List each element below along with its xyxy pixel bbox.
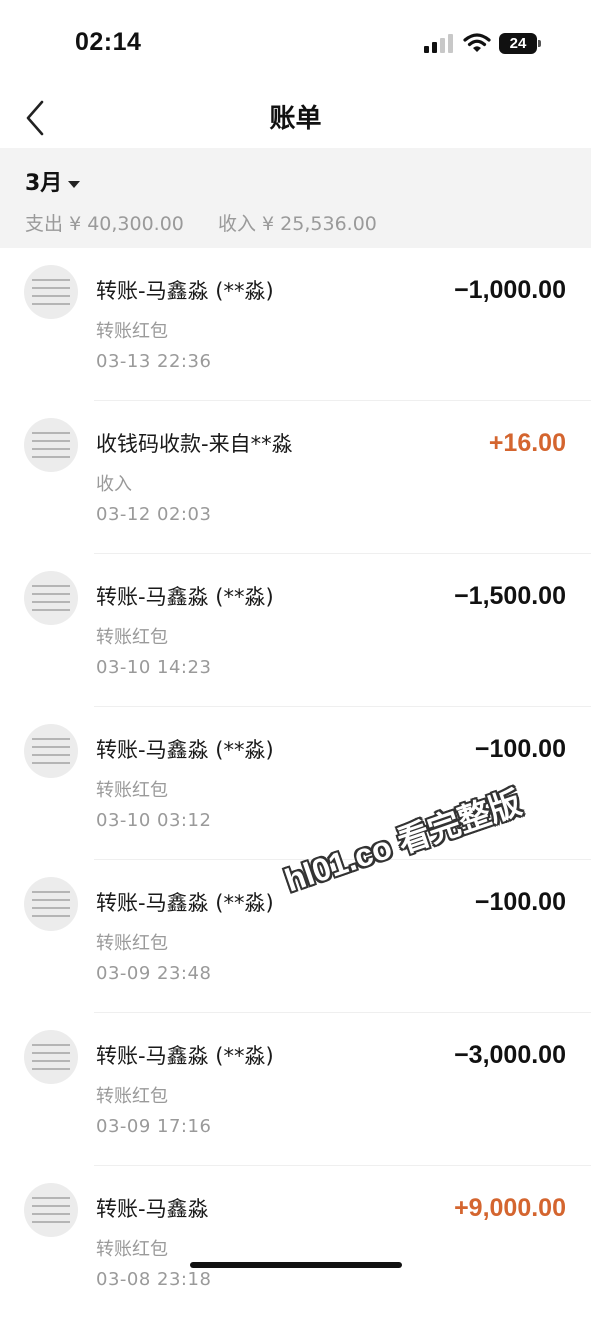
avatar — [24, 877, 78, 931]
transaction-title: 转账-马鑫淼 — [96, 1197, 209, 1221]
transaction-title: 收钱码收款-来自**淼 — [96, 432, 293, 456]
transaction-amount: −3,000.00 — [454, 1041, 566, 1069]
page-title: 账单 — [269, 104, 322, 134]
transaction-row[interactable]: 转账-马鑫淼 转账红包 03-08 23:18 +9,000.00 — [0, 1166, 591, 1319]
battery-tip — [538, 40, 541, 47]
transaction-category: 转账红包 — [96, 321, 168, 342]
transaction-row[interactable]: 转账-马鑫淼 (**淼) 转账红包 03-09 17:16 −3,000.00 — [0, 1013, 591, 1166]
expense-label: 支出 — [25, 213, 64, 235]
transaction-date: 03-09 23:48 — [96, 963, 212, 984]
transaction-date: 03-09 17:16 — [96, 1116, 212, 1137]
transaction-category: 转账红包 — [96, 627, 168, 648]
transaction-amount: +9,000.00 — [454, 1194, 566, 1222]
transaction-category: 转账红包 — [96, 933, 168, 954]
status-bar: 02:14 24 — [0, 0, 591, 90]
transaction-title: 转账-马鑫淼 (**淼) — [96, 738, 274, 762]
transaction-date: 03-13 22:36 — [96, 351, 212, 372]
avatar — [24, 571, 78, 625]
signal-icon — [424, 33, 454, 53]
transaction-amount: −100.00 — [474, 888, 566, 916]
transaction-amount: −1,500.00 — [454, 582, 566, 610]
transaction-category: 收入 — [96, 474, 132, 495]
expense-total: ¥ 40,300.00 — [69, 213, 184, 235]
transaction-date: 03-10 14:23 — [96, 657, 212, 678]
transaction-row[interactable]: 转账-马鑫淼 (**淼) 转账红包 03-13 22:36 −1,000.00 — [0, 248, 591, 401]
avatar — [24, 265, 78, 319]
transaction-amount: +16.00 — [488, 429, 566, 457]
income-total: ¥ 25,536.00 — [262, 213, 377, 235]
transaction-date: 03-12 02:03 — [96, 504, 212, 525]
avatar — [24, 1030, 78, 1084]
transaction-category: 转账红包 — [96, 780, 168, 801]
transaction-date: 03-10 03:12 — [96, 810, 212, 831]
month-selector[interactable]: 3月 — [25, 165, 81, 197]
avatar — [24, 418, 78, 472]
totals: 支出 ¥ 40,300.00 收入 ¥ 25,536.00 — [25, 209, 377, 236]
transaction-amount: −1,000.00 — [454, 276, 566, 304]
battery-icon: 24 — [499, 33, 537, 54]
avatar — [24, 724, 78, 778]
month-summary: 3月 支出 ¥ 40,300.00 收入 ¥ 25,536.00 — [0, 148, 591, 248]
avatar — [24, 1183, 78, 1237]
status-time: 02:14 — [75, 28, 142, 56]
wifi-icon — [463, 33, 491, 52]
transaction-row[interactable]: 转账-马鑫淼 (**淼) 转账红包 03-10 14:23 −1,500.00 — [0, 554, 591, 707]
transaction-title: 转账-马鑫淼 (**淼) — [96, 1044, 274, 1068]
caret-down-icon — [68, 180, 81, 188]
home-indicator — [190, 1262, 402, 1268]
transaction-row[interactable]: 收钱码收款-来自**淼 收入 03-12 02:03 +16.00 — [0, 401, 591, 554]
nav-bar: 账单 — [0, 90, 591, 148]
income-label: 收入 — [217, 213, 256, 235]
month-label: 3月 — [25, 171, 63, 196]
transaction-category: 转账红包 — [96, 1086, 168, 1107]
transaction-amount: −100.00 — [474, 735, 566, 763]
transaction-category: 转账红包 — [96, 1239, 168, 1260]
transaction-title: 转账-马鑫淼 (**淼) — [96, 585, 274, 609]
transaction-title: 转账-马鑫淼 (**淼) — [96, 279, 274, 303]
transaction-title: 转账-马鑫淼 (**淼) — [96, 891, 274, 915]
